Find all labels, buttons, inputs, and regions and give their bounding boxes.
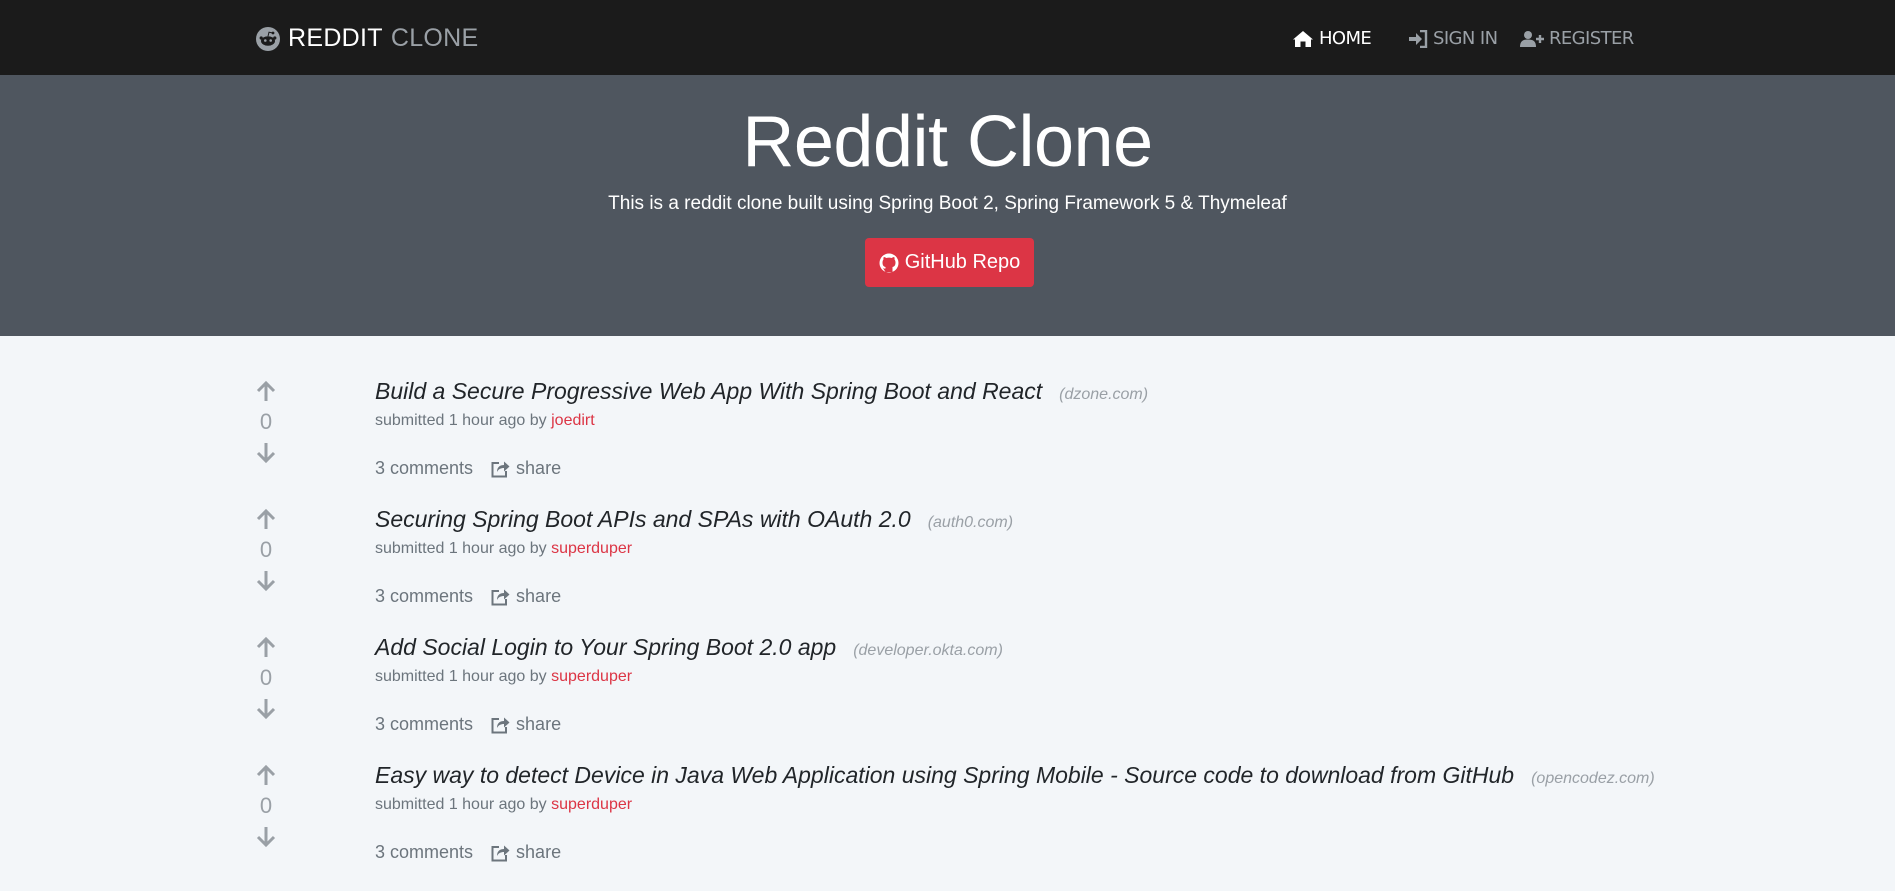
vote-box: 0: [252, 762, 280, 850]
upvote-arrow-icon[interactable]: [252, 378, 280, 406]
share-link[interactable]: share: [491, 842, 561, 863]
nav-home-label: HOME: [1319, 28, 1372, 49]
post-author-link[interactable]: superduper: [551, 796, 632, 813]
github-repo-button[interactable]: GitHub Repo: [865, 238, 1034, 287]
comments-link[interactable]: 3 comments: [375, 586, 473, 607]
post-title-link[interactable]: Build a Secure Progressive Web App With …: [375, 378, 1042, 405]
post-actions: 3 comments share: [375, 842, 561, 863]
share-label: share: [516, 586, 562, 606]
post-title-row: Build a Secure Progressive Web App With …: [375, 378, 1148, 405]
post-submitted-text: submitted 1 hour ago by: [375, 668, 547, 685]
share-link[interactable]: share: [491, 458, 561, 479]
post-item: 0 Easy way to detect Device in Java Web …: [0, 762, 1895, 890]
comments-link[interactable]: 3 comments: [375, 714, 473, 735]
nav-register[interactable]: REGISTER: [1520, 28, 1634, 49]
post-domain: (opencodez.com): [1531, 770, 1655, 787]
post-meta: submitted 1 hour ago by superduper: [375, 668, 632, 686]
hero-banner: Reddit Clone This is a reddit clone buil…: [0, 75, 1895, 336]
upvote-arrow-icon[interactable]: [252, 762, 280, 790]
post-submitted-text: submitted 1 hour ago by: [375, 540, 547, 557]
github-repo-label: GitHub Repo: [904, 251, 1021, 273]
user-plus-icon: [1520, 30, 1544, 47]
vote-score: 0: [259, 665, 273, 690]
post-domain: (auth0.com): [927, 514, 1014, 531]
post-actions: 3 comments share: [375, 458, 561, 479]
post-submitted-text: submitted 1 hour ago by: [375, 796, 547, 813]
post-title-link[interactable]: Easy way to detect Device in Java Web Ap…: [375, 762, 1514, 789]
reddit-icon: [256, 26, 280, 51]
brand-name-part2: CLONE: [390, 24, 479, 52]
post-meta: submitted 1 hour ago by joedirt: [375, 412, 595, 430]
upvote-arrow-icon[interactable]: [252, 506, 280, 534]
navbar: REDDIT CLONE HOME SIGN IN REGISTER: [0, 0, 1895, 75]
downvote-arrow-icon[interactable]: [252, 438, 280, 466]
vote-box: 0: [252, 378, 280, 466]
brand-link[interactable]: REDDIT CLONE: [256, 24, 479, 53]
downvote-arrow-icon[interactable]: [252, 566, 280, 594]
post-author-link[interactable]: superduper: [551, 668, 632, 685]
share-icon: [491, 717, 510, 733]
share-label: share: [516, 842, 562, 862]
vote-score: 0: [259, 409, 273, 434]
nav-sign-in[interactable]: SIGN IN: [1408, 28, 1498, 49]
comments-link[interactable]: 3 comments: [375, 842, 473, 863]
nav-sign-in-label: SIGN IN: [1433, 28, 1498, 49]
share-link[interactable]: share: [491, 714, 561, 735]
share-icon: [491, 589, 510, 605]
hero-subtitle: This is a reddit clone built using Sprin…: [608, 193, 1287, 214]
post-actions: 3 comments share: [375, 586, 561, 607]
downvote-arrow-icon[interactable]: [252, 822, 280, 850]
post-meta: submitted 1 hour ago by superduper: [375, 540, 632, 558]
post-domain: (dzone.com): [1059, 386, 1149, 403]
upvote-arrow-icon[interactable]: [252, 634, 280, 662]
post-item: 0 Add Social Login to Your Spring Boot 2…: [0, 634, 1895, 762]
github-icon: [879, 253, 899, 272]
share-icon: [491, 845, 510, 861]
home-icon: [1293, 30, 1313, 47]
post-domain: (developer.okta.com): [853, 642, 1003, 659]
share-label: share: [516, 714, 562, 734]
share-link[interactable]: share: [491, 586, 561, 607]
post-author-link[interactable]: joedirt: [551, 412, 595, 429]
vote-box: 0: [252, 506, 280, 594]
share-label: share: [516, 458, 562, 478]
post-submitted-text: submitted 1 hour ago by: [375, 412, 547, 429]
downvote-arrow-icon[interactable]: [252, 694, 280, 722]
post-title-row: Easy way to detect Device in Java Web Ap…: [375, 762, 1655, 789]
post-meta: submitted 1 hour ago by superduper: [375, 796, 632, 814]
vote-score: 0: [259, 793, 273, 818]
vote-score: 0: [259, 537, 273, 562]
post-actions: 3 comments share: [375, 714, 561, 735]
page-title: Reddit Clone: [742, 102, 1153, 182]
post-author-link[interactable]: superduper: [551, 540, 632, 557]
nav-register-label: REGISTER: [1549, 28, 1634, 49]
share-icon: [491, 461, 510, 477]
vote-box: 0: [252, 634, 280, 722]
post-item: 0 Securing Spring Boot APIs and SPAs wit…: [0, 506, 1895, 634]
post-title-row: Securing Spring Boot APIs and SPAs with …: [375, 506, 1013, 533]
post-item: 0 Build a Secure Progressive Web App Wit…: [0, 378, 1895, 506]
post-title-link[interactable]: Securing Spring Boot APIs and SPAs with …: [375, 506, 911, 533]
brand-name-part1: REDDIT: [288, 24, 383, 52]
nav-home[interactable]: HOME: [1292, 28, 1372, 49]
post-title-row: Add Social Login to Your Spring Boot 2.0…: [375, 634, 1003, 661]
post-title-link[interactable]: Add Social Login to Your Spring Boot 2.0…: [375, 634, 836, 661]
sign-in-icon: [1409, 29, 1428, 48]
comments-link[interactable]: 3 comments: [375, 458, 473, 479]
